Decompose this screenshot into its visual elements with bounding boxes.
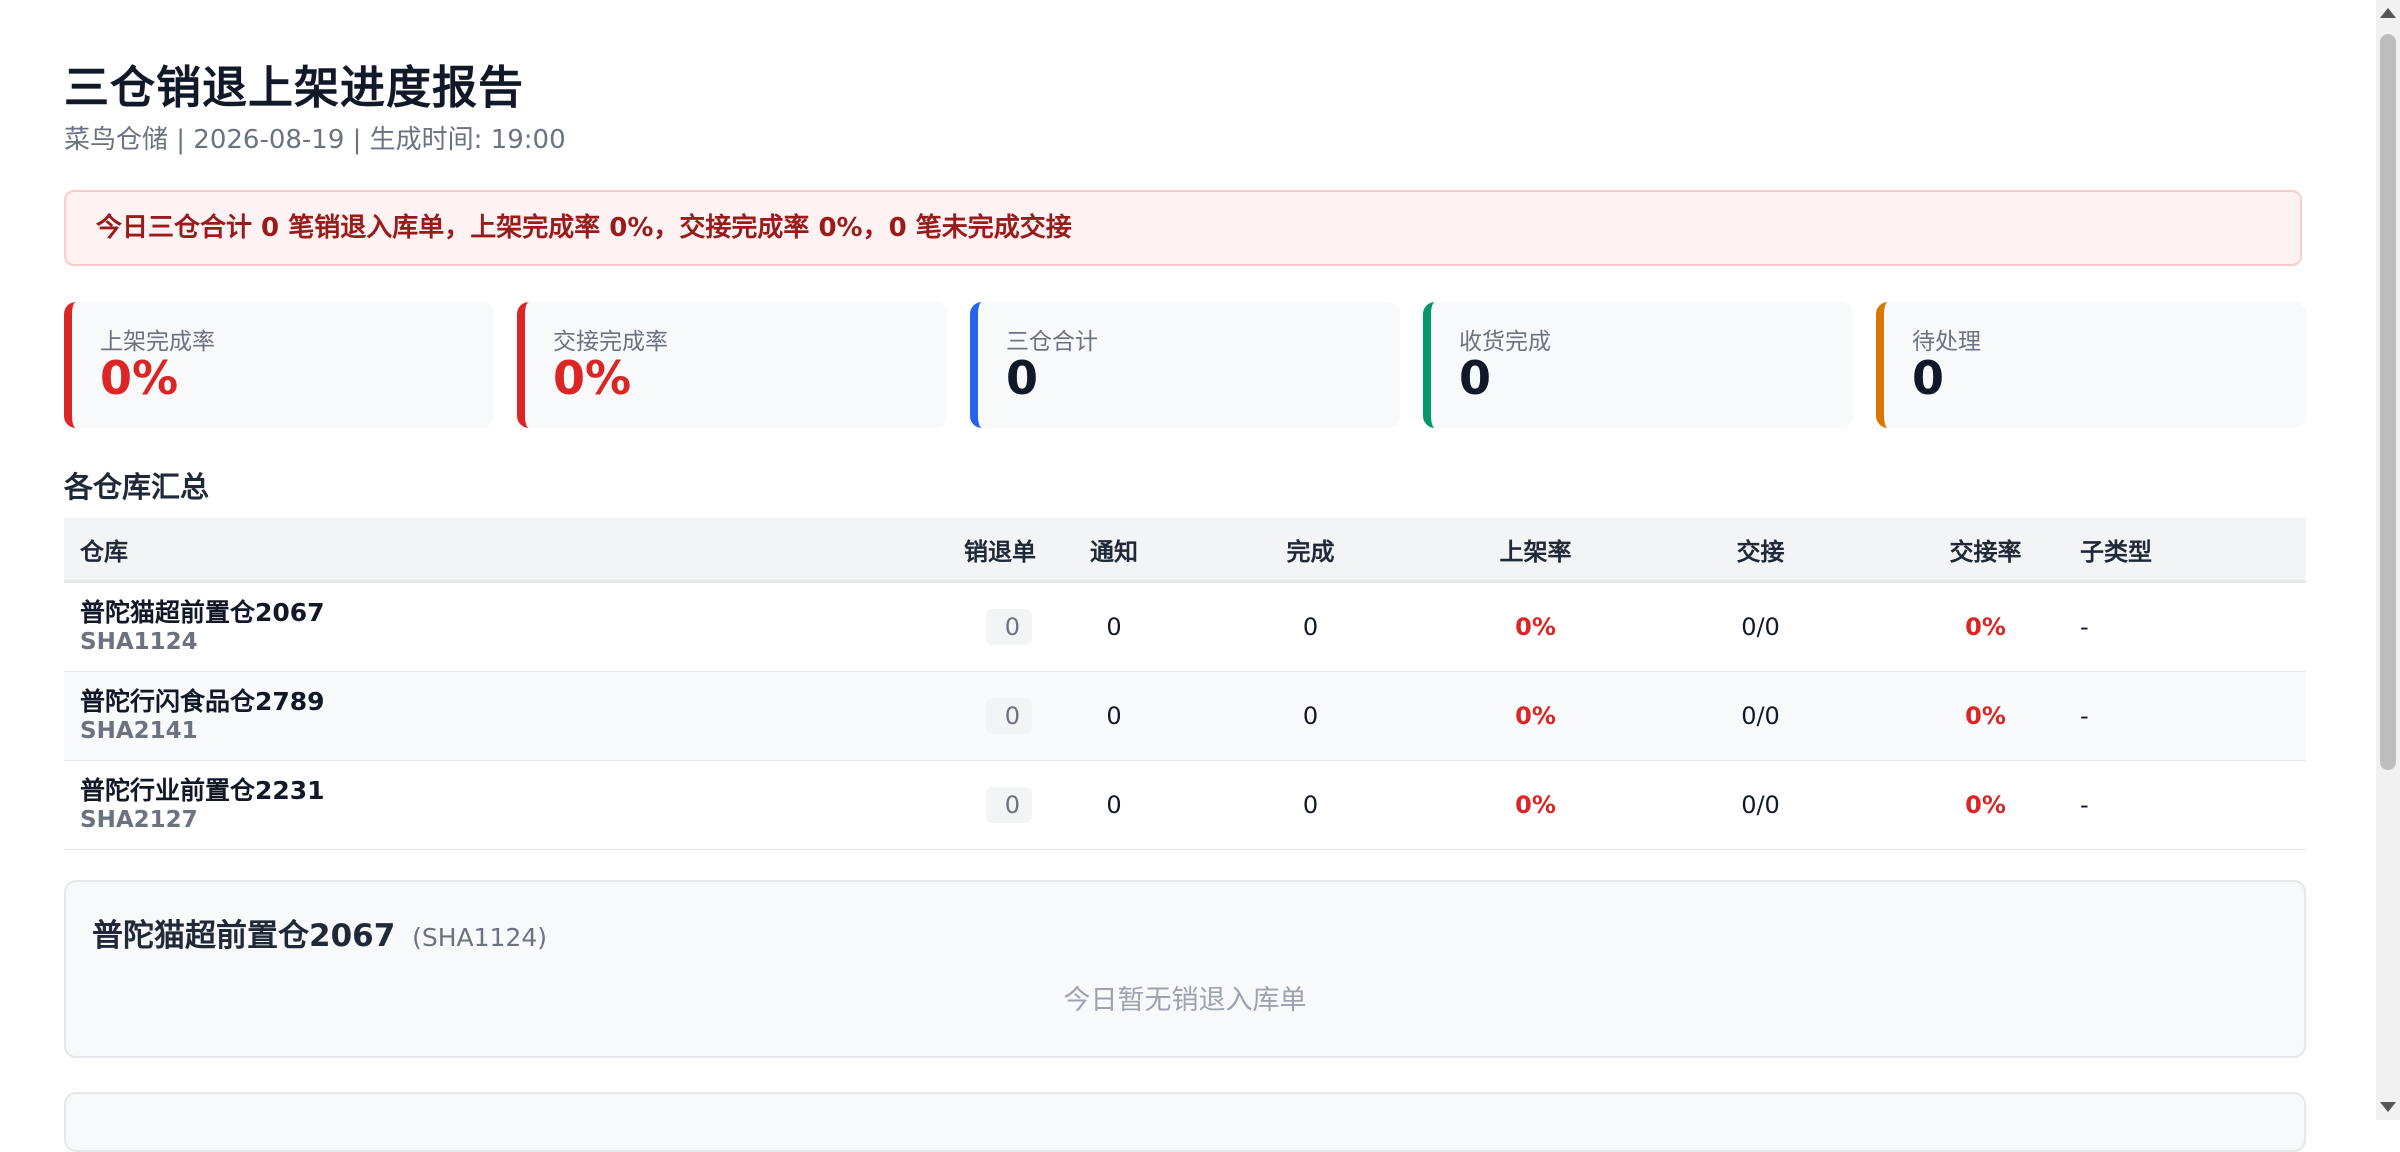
kpi-card-total: 三仓合计 0 (970, 302, 1400, 428)
warehouse-cell: 普陀猫超前置仓2067 SHA1124 (64, 581, 714, 672)
handover-cell: 0/0 (1614, 760, 1907, 850)
done-cell: 0 (1164, 760, 1457, 850)
shelf-rate-cell: 0% (1457, 581, 1614, 672)
warehouse-name: 普陀猫超前置仓2067 (80, 598, 325, 627)
table-row: 普陀行闪食品仓2789 SHA2141 0 0 0 0% 0/0 0% - (64, 671, 2306, 761)
scrollbar-thumb[interactable] (2380, 34, 2396, 770)
warehouse-code: SHA2127 (80, 807, 198, 833)
kpi-value: 0 (1006, 351, 1039, 405)
handover-cell: 0/0 (1614, 671, 1907, 761)
page-title: 三仓销退上架进度报告 (64, 61, 525, 114)
done-cell: 0 (1164, 671, 1457, 761)
subtype-cell: - (2064, 581, 2306, 672)
empty-state-text: 今日暂无销退入库单 (1063, 985, 1307, 1016)
col-header-warehouse: 仓库 (64, 518, 714, 583)
warehouse-cell: 普陀行业前置仓2231 SHA2127 (64, 760, 714, 850)
kpi-card-received: 收货完成 0 (1423, 302, 1853, 428)
detail-warehouse-code: (SHA1124) (412, 923, 547, 952)
kpi-cards: 上架完成率 0% 交接完成率 0% 三仓合计 0 收货完成 0 待处理 0 (64, 302, 2306, 428)
warehouse-code: SHA1124 (80, 629, 198, 655)
table-row: 普陀行业前置仓2231 SHA2127 0 0 0 0% 0/0 0% - (64, 760, 2306, 850)
col-header-subtype: 子类型 (2064, 518, 2306, 583)
notified-cell: 0 (1064, 671, 1164, 761)
page-subtitle: 菜鸟仓储 | 2026-08-19 | 生成时间: 19:00 (64, 125, 566, 155)
vertical-scrollbar[interactable] (2376, 0, 2400, 1120)
notified-cell: 0 (1064, 581, 1164, 672)
scroll-down-arrow-icon[interactable] (2380, 1102, 2396, 1112)
col-header-shelf-rate: 上架率 (1457, 518, 1614, 583)
col-header-orders: 销退单 (714, 518, 1064, 583)
notified-cell: 0 (1064, 760, 1164, 850)
orders-count-badge: 0 (986, 698, 1032, 734)
kpi-card-handover-rate: 交接完成率 0% (517, 302, 947, 428)
section-title: 各仓库汇总 (64, 470, 210, 504)
table-row: 普陀猫超前置仓2067 SHA1124 0 0 0 0% 0/0 0% - (64, 581, 2306, 672)
col-header-handover-rate: 交接率 (1907, 518, 2064, 583)
handover-cell: 0/0 (1614, 581, 1907, 672)
shelf-rate-cell: 0% (1457, 760, 1614, 850)
orders-count-badge: 0 (986, 787, 1032, 823)
warehouse-summary-table: 仓库 销退单 通知 完成 上架率 交接 交接率 子类型 普陀猫超前置仓2067 … (64, 518, 2306, 850)
warehouse-name: 普陀行闪食品仓2789 (80, 687, 325, 716)
warehouse-name: 普陀行业前置仓2231 (80, 776, 325, 805)
done-cell: 0 (1164, 581, 1457, 672)
warehouse-detail-card: 普陀猫超前置仓2067 (SHA1124) 今日暂无销退入库单 (64, 880, 2306, 1058)
scroll-up-arrow-icon[interactable] (2380, 8, 2396, 18)
summary-alert: 今日三仓合计 0 笔销退入库单，上架完成率 0%，交接完成率 0%，0 笔未完成… (64, 190, 2302, 266)
col-header-notified: 通知 (1064, 518, 1164, 583)
kpi-value: 0% (553, 351, 632, 405)
orders-count-badge: 0 (986, 609, 1032, 645)
orders-cell: 0 (714, 581, 1064, 672)
kpi-value: 0 (1912, 351, 1945, 405)
warehouse-code: SHA2141 (80, 718, 198, 744)
table-header-row: 仓库 销退单 通知 完成 上架率 交接 交接率 子类型 (64, 518, 2306, 583)
handover-rate-cell: 0% (1907, 760, 2064, 850)
detail-warehouse-title: 普陀猫超前置仓2067 (SHA1124) (92, 910, 547, 955)
warehouse-cell: 普陀行闪食品仓2789 SHA2141 (64, 671, 714, 761)
warehouse-detail-card-next (64, 1092, 2306, 1152)
col-header-handover: 交接 (1614, 518, 1907, 583)
orders-cell: 0 (714, 671, 1064, 761)
kpi-card-shelf-rate: 上架完成率 0% (64, 302, 494, 428)
handover-rate-cell: 0% (1907, 581, 2064, 672)
kpi-value: 0% (100, 351, 179, 405)
detail-warehouse-name: 普陀猫超前置仓2067 (92, 918, 396, 954)
orders-cell: 0 (714, 760, 1064, 850)
kpi-card-pending: 待处理 0 (1876, 302, 2306, 428)
subtype-cell: - (2064, 760, 2306, 850)
handover-rate-cell: 0% (1907, 671, 2064, 761)
kpi-value: 0 (1459, 351, 1492, 405)
shelf-rate-cell: 0% (1457, 671, 1614, 761)
subtype-cell: - (2064, 671, 2306, 761)
col-header-done: 完成 (1164, 518, 1457, 583)
